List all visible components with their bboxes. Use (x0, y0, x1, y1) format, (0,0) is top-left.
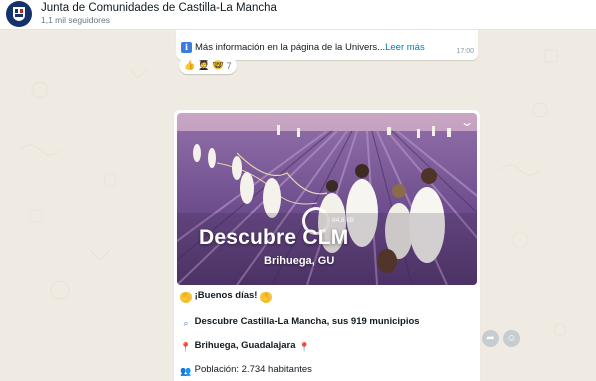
student-icon: 🧑‍🎓 (198, 60, 210, 70)
previous-message-body: Más información en la página de la Unive… (195, 42, 386, 53)
post-image[interactable]: ⌄ 84,8 kB Descubre CLM Brihuega, GU (177, 113, 477, 285)
channel-avatar[interactable] (6, 1, 32, 27)
population-line: 👥 Población: 2.734 habitantes (180, 364, 312, 377)
chevron-down-icon[interactable]: ⌄ (460, 115, 474, 129)
read-more-link[interactable]: Leer más (385, 42, 425, 53)
reactions-pill[interactable]: 👍 🧑‍🎓 🤓 7 (179, 57, 237, 74)
download-size-label: 84,8 kB (332, 217, 355, 224)
message-timestamp: 17:00 (456, 48, 474, 55)
emoji-icon: ☺ (506, 333, 517, 344)
people-icon: 👥 (180, 366, 192, 376)
channel-name: Junta de Comunidades de Castilla-La Manc… (41, 2, 277, 14)
pin-icon: 📍 (180, 342, 192, 352)
channel-header[interactable]: Junta de Comunidades de Castilla-La Manc… (0, 0, 596, 30)
post-message-bubble[interactable]: ⌄ 84,8 kB Descubre CLM Brihuega, GU ✋ ¡B… (174, 110, 480, 381)
discover-line: ⌕ Descubre Castilla-La Mancha, sus 919 m… (180, 316, 420, 329)
channel-followers: 1,1 mil seguidores (41, 15, 110, 25)
nerd-face-icon: 🤓 (212, 60, 224, 70)
greeting-text: ¡Buenos días! (194, 290, 258, 301)
thumbs-up-icon: 👍 (184, 60, 196, 70)
discover-text: Descubre Castilla-La Mancha, sus 919 mun… (194, 316, 420, 327)
castilla-la-mancha-crest-icon (13, 7, 25, 21)
clapping-hands-icon: ✋ (260, 292, 273, 303)
image-overlay-title: Descubre CLM (199, 226, 349, 249)
image-overlay-subtitle: Brihuega, GU (264, 255, 335, 267)
react-button[interactable]: ☺ (503, 330, 520, 347)
info-icon: i (181, 42, 192, 53)
forward-button[interactable]: ➦ (482, 330, 499, 347)
forward-icon: ➦ (486, 333, 495, 344)
population-text: Población: 2.734 habitantes (194, 364, 312, 375)
previous-message-bubble[interactable]: i Más información en la página de la Uni… (176, 30, 478, 60)
clapping-hands-icon: ✋ (180, 292, 192, 303)
location-text: Brihuega, Guadalajara (194, 340, 296, 351)
greeting-line: ✋ ¡Buenos días! ✋ (180, 290, 273, 303)
reaction-count: 7 (226, 60, 232, 71)
pin-icon: 📍 (298, 342, 310, 352)
location-line: 📍 Brihuega, Guadalajara 📍 (180, 340, 310, 353)
previous-message-text: Más información en la página de la Unive… (195, 42, 425, 53)
magnifier-icon: ⌕ (183, 318, 189, 328)
